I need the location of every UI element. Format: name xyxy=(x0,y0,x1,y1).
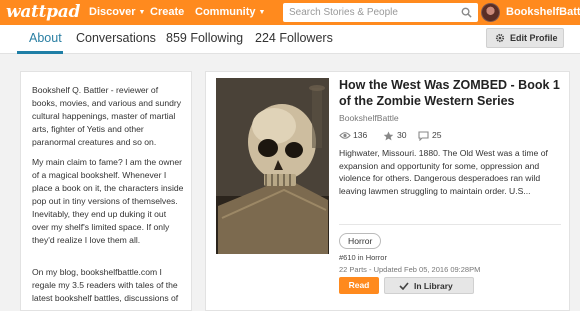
chevron-down-icon: ▼ xyxy=(258,9,266,16)
in-library-label: In Library xyxy=(414,281,453,291)
search-input[interactable] xyxy=(289,5,454,20)
active-tab-indicator xyxy=(17,51,63,54)
nav-discover[interactable]: Discover ▼ xyxy=(89,6,145,18)
tab-about[interactable]: About xyxy=(29,31,62,45)
story-description: Highwater, Missouri. 1880. The Old West … xyxy=(339,148,548,196)
search-icon[interactable] xyxy=(461,7,472,18)
edit-profile-button[interactable]: Edit Profile xyxy=(486,28,564,48)
avatar[interactable] xyxy=(481,3,500,22)
about-paragraph: My main claim to fame? I am the owner of… xyxy=(32,157,184,245)
comments-count: 25 xyxy=(432,130,442,140)
nav-community[interactable]: Community ▼ xyxy=(195,6,265,18)
in-library-button[interactable]: In Library xyxy=(384,277,474,294)
parts-updated: 22 Parts - Updated Feb 05, 2016 09:28PM xyxy=(339,265,481,274)
skull-cover-art xyxy=(216,78,329,254)
search-box xyxy=(283,3,478,22)
checkmark-icon xyxy=(399,282,409,290)
tab-conversations[interactable]: Conversations xyxy=(76,31,156,45)
profile-tabs-bar: About Conversations 859 Following 224 Fo… xyxy=(0,25,580,54)
top-navigation-bar: wattpad Discover▼ Create Community▼ Book… xyxy=(0,0,580,25)
tab-following[interactable]: 859 Following xyxy=(166,31,243,45)
story-cover-image[interactable] xyxy=(216,78,329,254)
reads-count: 136 xyxy=(353,130,368,140)
edit-profile-label: Edit Profile xyxy=(510,33,558,43)
nav-discover-label: Discover xyxy=(89,6,136,18)
nav-create-label: Create xyxy=(150,6,185,18)
eye-icon xyxy=(339,132,351,139)
wattpad-logo[interactable]: wattpad xyxy=(6,2,80,22)
gear-icon xyxy=(495,33,505,43)
about-paragraph: On my blog, bookshelfbattle.com I regale… xyxy=(32,267,179,303)
story-card: How the West Was ZOMBED - Book 1 of the … xyxy=(205,71,570,311)
comment-icon xyxy=(418,131,429,141)
story-title[interactable]: How the West Was ZOMBED - Book 1 of the … xyxy=(339,77,564,109)
chevron-down-icon: ▼ xyxy=(138,9,146,16)
star-icon xyxy=(383,131,394,141)
nav-community-label: Community xyxy=(195,6,256,18)
votes-count: 30 xyxy=(397,130,407,140)
genre-tag[interactable]: Horror xyxy=(339,233,382,249)
story-rank[interactable]: #610 in Horror xyxy=(339,253,387,262)
tab-followers[interactable]: 224 Followers xyxy=(255,31,333,45)
story-author[interactable]: BookshelfBattle xyxy=(339,113,399,123)
about-card: Bookshelf Q. Battler - reviewer of books… xyxy=(20,71,192,311)
read-button[interactable]: Read xyxy=(339,277,379,294)
username-menu[interactable]: BookshelfBatt... xyxy=(506,6,580,18)
nav-create[interactable]: Create xyxy=(150,6,184,18)
divider xyxy=(339,224,561,225)
about-paragraph: Bookshelf Q. Battler - reviewer of books… xyxy=(32,85,182,147)
